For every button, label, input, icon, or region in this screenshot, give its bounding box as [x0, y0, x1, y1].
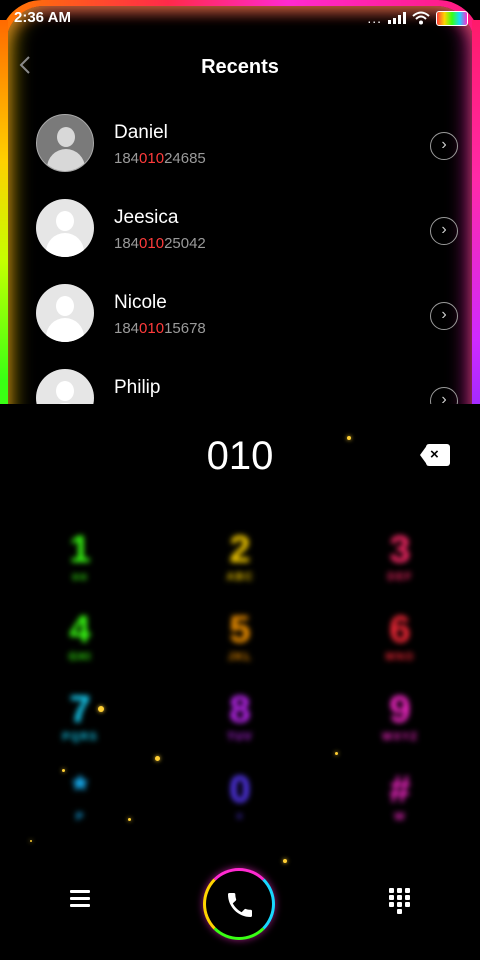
details-button[interactable]: ›	[430, 302, 458, 330]
key-star[interactable]: * P	[32, 769, 128, 836]
key-digit: 8	[228, 689, 251, 731]
key-hash[interactable]: # W	[352, 769, 448, 836]
key-letters: JKL	[228, 651, 252, 664]
status-icons: ...	[367, 10, 468, 26]
contact-number: 18401015678	[114, 320, 206, 337]
contact-name: Nicole	[114, 292, 167, 313]
status-time: 2:36 AM	[14, 9, 71, 26]
key-digit: 4	[68, 609, 91, 651]
key-5[interactable]: 5 JKL	[192, 609, 288, 676]
key-7[interactable]: 7 PQRS	[32, 689, 128, 756]
wifi-icon	[412, 11, 430, 25]
key-digit: 3	[388, 529, 411, 571]
recents-list: Daniel 18401024685 › Jeesica 18401025042…	[0, 112, 480, 404]
key-digit: 2	[228, 529, 251, 571]
key-letters: W	[394, 811, 406, 824]
key-digit: 1	[68, 529, 91, 571]
key-letters: TUV	[227, 731, 253, 744]
key-letters: oo	[72, 571, 88, 584]
key-letters: GHI	[68, 651, 92, 664]
key-0[interactable]: 0 +	[192, 769, 288, 836]
key-4[interactable]: 4 GHI	[32, 609, 128, 676]
details-button[interactable]: ›	[430, 387, 458, 404]
bottom-bar	[0, 868, 480, 940]
chevron-right-icon: ›	[441, 391, 447, 404]
status-bar: 2:36 AM ...	[0, 0, 480, 34]
key-digit: 9	[388, 689, 411, 731]
key-letters: +	[236, 811, 244, 824]
battery-icon	[436, 10, 468, 26]
contact-name: Jeesica	[114, 207, 179, 228]
dialed-number: 010	[206, 434, 274, 478]
backspace-button[interactable]: ×	[420, 444, 450, 466]
contact-number: 18401025042	[114, 235, 206, 252]
list-item[interactable]: Jeesica 18401025042 ›	[0, 197, 480, 282]
avatar	[36, 369, 94, 404]
signal-icon	[388, 12, 406, 24]
key-letters: DEF	[387, 571, 413, 584]
chevron-right-icon: ›	[441, 221, 447, 238]
phone-icon	[228, 893, 252, 917]
chevron-right-icon: ›	[441, 306, 447, 323]
key-letters: P	[75, 811, 85, 824]
details-button[interactable]: ›	[430, 217, 458, 245]
contact-name: Daniel	[114, 122, 168, 143]
key-9[interactable]: 9 WXYZ	[352, 689, 448, 756]
key-3[interactable]: 3 DEF	[352, 529, 448, 596]
avatar	[36, 199, 94, 257]
key-digit: #	[388, 769, 411, 811]
page-title: Recents	[201, 56, 279, 78]
key-2[interactable]: 2 ABC	[192, 529, 288, 596]
avatar	[36, 114, 94, 172]
keypad-icon[interactable]	[389, 888, 411, 914]
key-letters: ABC	[226, 571, 254, 584]
avatar	[36, 284, 94, 342]
key-8[interactable]: 8 TUV	[192, 689, 288, 756]
key-1[interactable]: 1 oo	[32, 529, 128, 596]
key-digit: 5	[228, 609, 251, 651]
key-letters: MNO	[385, 651, 415, 664]
key-6[interactable]: 6 MNO	[352, 609, 448, 676]
contact-name: Philip	[114, 377, 161, 398]
list-item[interactable]: Daniel 18401024685 ›	[0, 112, 480, 197]
key-digit: 6	[388, 609, 411, 651]
chevron-right-icon: ›	[441, 136, 447, 153]
call-button[interactable]	[203, 868, 275, 940]
backspace-icon: ×	[430, 446, 439, 463]
key-digit: *	[72, 769, 89, 811]
menu-icon[interactable]	[70, 890, 90, 908]
list-item[interactable]: Philip ›	[0, 367, 480, 404]
key-digit: 0	[228, 769, 251, 811]
header: Recents	[0, 48, 480, 90]
details-button[interactable]: ›	[430, 132, 458, 160]
key-digit: 7	[68, 689, 91, 731]
list-item[interactable]: Nicole 18401015678 ›	[0, 282, 480, 367]
key-letters: WXYZ	[382, 731, 418, 744]
contact-number: 18401024685	[114, 150, 206, 167]
more-dots-icon: ...	[367, 10, 382, 26]
key-letters: PQRS	[62, 731, 98, 744]
